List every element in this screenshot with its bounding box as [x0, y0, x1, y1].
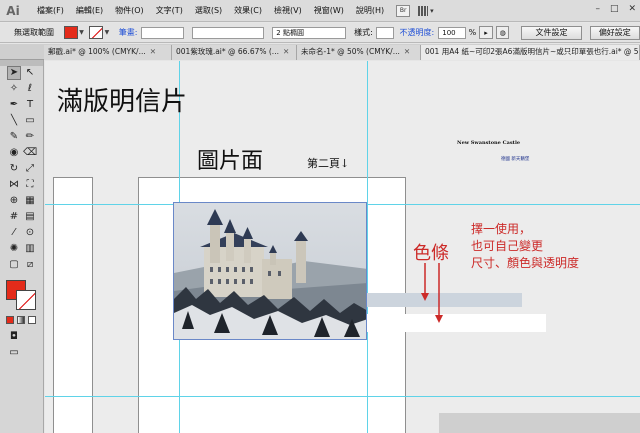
pencil-tool-icon[interactable]: ✏	[23, 130, 37, 144]
column-graph-tool-icon[interactable]: ▥	[23, 242, 37, 256]
artboard-tool-icon[interactable]: ▢	[7, 258, 21, 272]
tab-document-1[interactable]: 郵戳.ai* @ 100% (CMYK/... ✕	[44, 45, 172, 60]
color-band-2[interactable]	[350, 314, 546, 332]
stroke-color-box[interactable]	[16, 290, 36, 310]
eraser-tool-icon[interactable]: ⌫	[23, 146, 37, 160]
annotation-arrows	[421, 263, 443, 323]
artboard-next	[439, 413, 640, 433]
face-subtitle: 第二頁↓	[307, 157, 350, 170]
arrange-documents-icon[interactable]: ▾	[418, 5, 442, 17]
menu-window[interactable]: 視窗(W)	[308, 5, 350, 16]
artboard-left	[53, 177, 93, 433]
castle-photo[interactable]	[173, 202, 367, 340]
menu-file[interactable]: 檔案(F)	[31, 5, 70, 16]
stroke-label[interactable]: 筆畫:	[119, 27, 138, 38]
perspective-grid-tool-icon[interactable]: ▦	[23, 194, 37, 208]
castle-photo-art	[174, 203, 366, 339]
tab-document-2[interactable]: 001紫玫瑰.ai* @ 66.67% (... ✕	[172, 45, 297, 60]
usage-note-line: 也可自己變更	[471, 239, 544, 253]
menu-help[interactable]: 說明(H)	[350, 5, 390, 16]
stroke-swatch[interactable]	[89, 26, 103, 39]
free-transform-tool-icon[interactable]: ⛶	[23, 178, 37, 192]
menu-items: 檔案(F) 編輯(E) 物件(O) 文字(T) 選取(S) 效果(C) 檢視(V…	[31, 5, 390, 16]
direct-selection-tool-icon[interactable]: ↖	[23, 66, 37, 80]
minimize-icon[interactable]: –	[595, 4, 600, 14]
slice-tool-icon[interactable]: ⧄	[23, 258, 37, 272]
pen-tool-icon[interactable]: ✒	[7, 98, 21, 112]
maximize-icon[interactable]: □	[610, 4, 619, 14]
color-mode-icon[interactable]	[6, 316, 14, 324]
tools-panel: ➤ ↖ ✧ ℓ ✒ T ╲ ▭ ✎ ✏ ◉ ⌫ ↻ ⤢ ⋈ ⛶ ⊕ ▦ # ▤ …	[0, 60, 44, 433]
none-mode-icon[interactable]	[28, 316, 36, 324]
bridge-icon[interactable]: Br	[396, 4, 411, 17]
preferences-button[interactable]: 偏好設定	[589, 25, 640, 40]
selection-status: 無選取範圍	[14, 28, 54, 37]
castle-title-text[interactable]: New Swanstone Castle	[457, 140, 520, 146]
menu-bar: Ai 檔案(F) 編輯(E) 物件(O) 文字(T) 選取(S) 效果(C) 檢…	[0, 0, 640, 22]
app-logo: Ai	[6, 3, 20, 18]
magic-wand-tool-icon[interactable]: ✧	[7, 82, 21, 96]
opacity-label[interactable]: 不透明度:	[400, 27, 435, 38]
face-title: 圖片面	[197, 149, 264, 174]
brush-definition-select[interactable]: 2 點橢圓	[272, 26, 347, 39]
menu-object[interactable]: 物件(O)	[109, 5, 150, 16]
page-heading: 滿版明信片	[57, 87, 188, 117]
style-label: 樣式:	[354, 28, 373, 37]
control-bar: 無選取範圍 ▼ ▼ 筆畫: 2 點橢圓 樣式: 不透明度: 100 % ▸ ◍ …	[0, 23, 640, 43]
rectangle-tool-icon[interactable]: ▭	[23, 114, 37, 128]
stroke-width-field[interactable]	[141, 26, 185, 39]
lasso-tool-icon[interactable]: ℓ	[23, 82, 37, 96]
line-tool-icon[interactable]: ╲	[7, 114, 21, 128]
drawing-mode-icon[interactable]: ◘	[7, 330, 21, 344]
menu-edit[interactable]: 編輯(E)	[70, 5, 109, 16]
document-setup-button[interactable]: 文件設定	[521, 25, 582, 40]
recolor-artwork-icon[interactable]: ◍	[495, 26, 510, 39]
close-icon: ✕	[282, 47, 290, 56]
gradient-tool-icon[interactable]: ▤	[23, 210, 37, 224]
usage-note-line: 尺寸、顏色與透明度	[471, 256, 580, 270]
castle-caption-text[interactable]: 德國 新天鵝堡	[501, 156, 529, 162]
menu-select[interactable]: 選取(S)	[189, 5, 228, 16]
rotate-tool-icon[interactable]: ↻	[7, 162, 21, 176]
document-tabs: 郵戳.ai* @ 100% (CMYK/... ✕ 001紫玫瑰.ai* @ 66…	[0, 44, 640, 60]
selection-tool-icon[interactable]: ➤	[7, 66, 21, 80]
opacity-field[interactable]: 100	[438, 26, 466, 39]
close-icon: ✕	[149, 47, 157, 56]
gradient-mode-icon[interactable]	[17, 316, 25, 324]
chevron-down-icon[interactable]: ▼	[78, 29, 86, 36]
menu-type[interactable]: 文字(T)	[150, 5, 189, 16]
window-controls: – □ ✕	[595, 4, 636, 14]
tab-document-4[interactable]: 001 用A4 紙~可印2張A6滿版明信片~或只印單張也行.ai* @ 55%	[421, 45, 640, 60]
eyedropper-tool-icon[interactable]: ⁄	[7, 226, 21, 240]
close-icon: ✕	[403, 47, 411, 56]
guide-horizontal	[45, 396, 640, 397]
graphic-style-select[interactable]	[375, 26, 394, 39]
shape-builder-tool-icon[interactable]: ⊕	[7, 194, 21, 208]
chevron-right-icon[interactable]: ▸	[479, 26, 493, 39]
symbol-sprayer-tool-icon[interactable]: ✺	[7, 242, 21, 256]
close-icon[interactable]: ✕	[628, 4, 636, 14]
usage-note-line: 擇一使用，	[471, 222, 532, 236]
screen-mode-icon[interactable]: ▭	[7, 346, 21, 360]
paintbrush-tool-icon[interactable]: ✎	[7, 130, 21, 144]
opacity-unit: %	[468, 28, 477, 37]
mesh-tool-icon[interactable]: #	[7, 210, 21, 224]
variable-width-profile-select[interactable]	[192, 26, 265, 39]
menu-effect[interactable]: 效果(C)	[228, 5, 268, 16]
chevron-down-icon[interactable]: ▼	[103, 29, 111, 36]
type-tool-icon[interactable]: T	[23, 98, 37, 112]
guide-vertical	[367, 61, 368, 433]
menu-view[interactable]: 檢視(V)	[268, 5, 308, 16]
blend-tool-icon[interactable]: ⊙	[23, 226, 37, 240]
fill-swatch[interactable]	[64, 26, 78, 39]
usage-note: 擇一使用， 也可自己變更 尺寸、顏色與透明度	[471, 221, 640, 272]
width-tool-icon[interactable]: ⋈	[7, 178, 21, 192]
scale-tool-icon[interactable]: ⤢	[23, 162, 37, 176]
canvas[interactable]: 滿版明信片 圖片面 第二頁↓ New Swanstone Castle 德國 新…	[45, 61, 640, 433]
blob-brush-tool-icon[interactable]: ◉	[7, 146, 21, 160]
tab-document-3[interactable]: 未命名-1* @ 50% (CMYK/... ✕	[297, 45, 421, 60]
